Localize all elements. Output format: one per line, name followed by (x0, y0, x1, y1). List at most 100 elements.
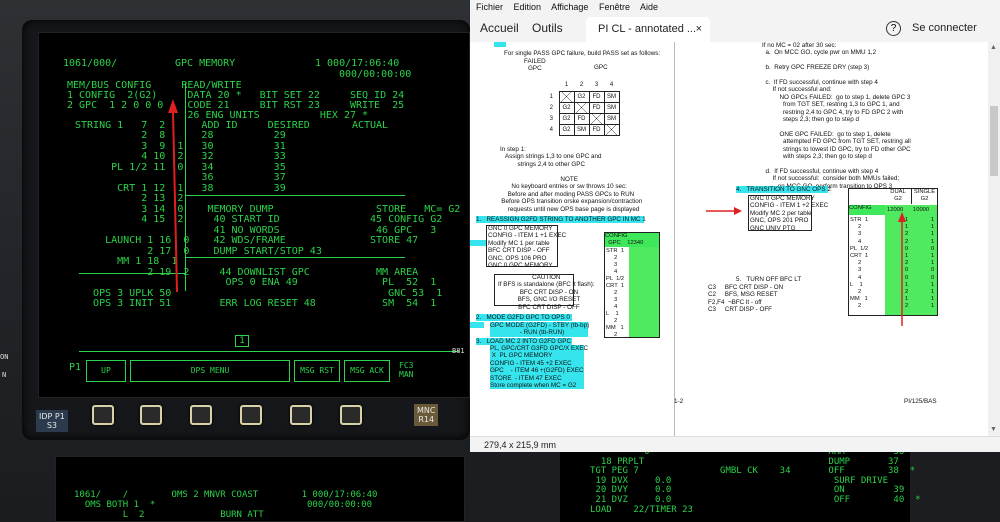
cell: SM (603, 101, 620, 114)
crossed-cell (558, 90, 575, 103)
edge-key-4[interactable] (240, 405, 262, 425)
highlight-marker (470, 322, 484, 328)
config-table-step1: CONFIG GPC 12340 STR 1 2 3 4 PL 1/2 CRT … (604, 232, 660, 338)
close-icon[interactable]: × (696, 17, 702, 42)
cell: G2 (573, 90, 590, 103)
softkey-dps-menu[interactable]: DPS MENU (130, 360, 290, 382)
edge-key-1[interactable] (92, 405, 114, 425)
crossed-cell (573, 101, 590, 114)
idp-badge: IDP P1 S3 (36, 410, 68, 432)
edge-key-5[interactable] (290, 405, 312, 425)
red-arrow-annotation (898, 212, 906, 326)
edge-key-6[interactable] (340, 405, 362, 425)
crossed-cell (588, 112, 605, 125)
edge-label-n: N (2, 371, 7, 379)
row-header: 2 (549, 104, 553, 111)
status-bar: 279,4 x 215,9 mm (470, 436, 1000, 452)
single-column-values: 1 1 1 1 0 1 1 0 0 1 1 1 1 (931, 217, 935, 310)
document-page[interactable]: For single PASS GPC failure, build PASS … (470, 42, 988, 436)
caution-text: CAUTION If BFS is standalone (BFC lt fla… (498, 274, 595, 311)
table-row: 4 G2 SM FD (544, 123, 620, 136)
help-icon[interactable]: ? (886, 21, 901, 36)
divider-memory-dump (185, 195, 405, 196)
menu-view[interactable]: Affichage (551, 2, 588, 12)
corner-cell (544, 80, 559, 91)
softkey-up[interactable]: UP (86, 360, 126, 382)
cell: FD (573, 112, 590, 125)
gpc-header: GPC (594, 64, 608, 71)
tab-tools[interactable]: Outils (532, 15, 563, 42)
menu-bar: Fichier Edition Affichage Fenêtre Aide (470, 0, 1000, 15)
header-time-2: 000/00:00:00 (339, 69, 412, 80)
softkey-msg-ack[interactable]: MSG ACK (344, 360, 390, 382)
single-config-value: 10000 (913, 207, 930, 213)
highlight-marker (470, 240, 486, 246)
header-time-1: 1 000/17:06:40 (315, 58, 400, 69)
edge-key-3[interactable] (190, 405, 212, 425)
config-table-rows: STR 1 2 3 4 PL 1/2 CRT 1 2 3 4 L 1 2 MM … (606, 248, 625, 338)
lower-right-display: 0 ARM 36 18 PRPLT DUMP 37 TGT PEG 7 GMBL… (560, 447, 921, 522)
page-size-readout: 279,4 x 215,9 mm (484, 440, 557, 450)
table-row: 2 G2 FD SM (544, 101, 620, 114)
cell: FD (588, 123, 605, 136)
menu-window[interactable]: Fenêtre (599, 2, 630, 12)
left-page-footer: 1-2 (674, 398, 684, 405)
lower-display: 1061/ / OMS 2 MNVR COAST 1 000/17:06:40 … (55, 456, 465, 522)
red-arrow-annotation (168, 99, 178, 293)
sign-in-link[interactable]: Se connecter (912, 15, 977, 42)
p1-label: P1 (69, 362, 82, 373)
display-title: GPC MEMORY (175, 58, 236, 69)
scroll-up-icon[interactable]: ▲ (990, 44, 998, 52)
col-header: 1 (564, 82, 569, 89)
mnc-badge: MNC R14 (414, 404, 439, 426)
memory-rows: 2 8 28 29 3 9 1 30 31 4 10 2 32 33 PL 1/… (93, 130, 461, 309)
header-left: 1061/000/ (63, 58, 118, 69)
config-table-header: CONFIG GPC 12340 (605, 233, 659, 247)
edge-key-row (92, 405, 422, 429)
cell: G2 (558, 112, 575, 125)
row-header: 3 (549, 115, 553, 122)
col-header: 3 (594, 82, 599, 89)
vertical-scrollbar[interactable]: ▲ ▼ (988, 42, 1000, 436)
table-row: 1 G2 FD SM (544, 90, 620, 103)
row-header: 4 (549, 126, 553, 133)
col-header: 4 (609, 82, 614, 89)
lower-right-panel: 0 ARM 36 18 PRPLT DUMP 37 TGT PEG 7 GMBL… (470, 447, 1000, 522)
cell: SM (603, 90, 620, 103)
table-row: 3 G2 FD SM (544, 112, 620, 125)
menu-edit[interactable]: Edition (514, 2, 542, 12)
note-block: NOTE No keyboard entries or sw throws 10… (501, 176, 643, 213)
tab-document[interactable]: PI CL - annotated ... × (586, 17, 710, 42)
cell: G2 (558, 123, 575, 136)
softkey-msg-rst[interactable]: MSG RST (294, 360, 340, 382)
scroll-down-icon[interactable]: ▼ (990, 426, 998, 434)
step1-text: In step 1: Assign strings 1,3 to one GPC… (500, 146, 602, 168)
softkey-row: UP DPS MENU MSG RST MSG ACK (86, 360, 436, 384)
failure-intro: For single PASS GPC failure, build PASS … (504, 50, 661, 57)
step3-body: PL, GPC/CRT G3FD GPC/X EXEC X PL GPC MEM… (490, 345, 589, 390)
lower-display-text: 1061/ / OMS 2 MNVR COAST 1 000/17:06:40 … (74, 490, 378, 520)
scroll-thumb[interactable] (990, 106, 998, 176)
menu-file[interactable]: Fichier (476, 2, 503, 12)
config-table-step4: DUAL G2 SINGLE G2 CONFIG 12000 10000 STR… (848, 188, 938, 316)
page-divider (674, 42, 675, 436)
gpc-failure-table: 1 2 3 4 1 G2 FD SM 2 G2 FD SM 3 G2 FD SM 4 G2 S… (544, 80, 620, 136)
step1-body: GNC 0 GPC MEMORY CONFIG - ITEM 1 +1 EXEC… (488, 225, 567, 270)
right-column-text: If no MC = 02 after 30 sec: a. On MCC GO… (762, 42, 911, 190)
cockpit-panel: 1061/000/ GPC MEMORY 1 000/17:06:40 000/… (0, 0, 470, 522)
cell: FD (588, 90, 605, 103)
failed-gpc-label: FAILED GPC (524, 58, 546, 73)
divider-bottom (79, 351, 459, 352)
cell: G2 (558, 101, 575, 114)
right-page-footer: PI/125/BAS (904, 398, 937, 405)
edge-key-2[interactable] (140, 405, 162, 425)
step4-body: GNC 0 GPC MEMORY CONFIG - ITEM 1 +2 EXEC… (750, 195, 829, 232)
gpc-memory-display: 1061/000/ GPC MEMORY 1 000/17:06:40 000/… (38, 32, 470, 398)
edge-label-on: ON (0, 353, 9, 361)
tab-home[interactable]: Accueil (480, 15, 519, 42)
menu-help[interactable]: Aide (640, 2, 658, 12)
selection-box[interactable]: 1 (235, 335, 249, 347)
step5-body: C3 BFC CRT DISP - ON C2 BFS, MSG RESET F… (708, 284, 784, 314)
config-values-column (629, 247, 659, 337)
red-arrow-annotation (706, 207, 742, 215)
